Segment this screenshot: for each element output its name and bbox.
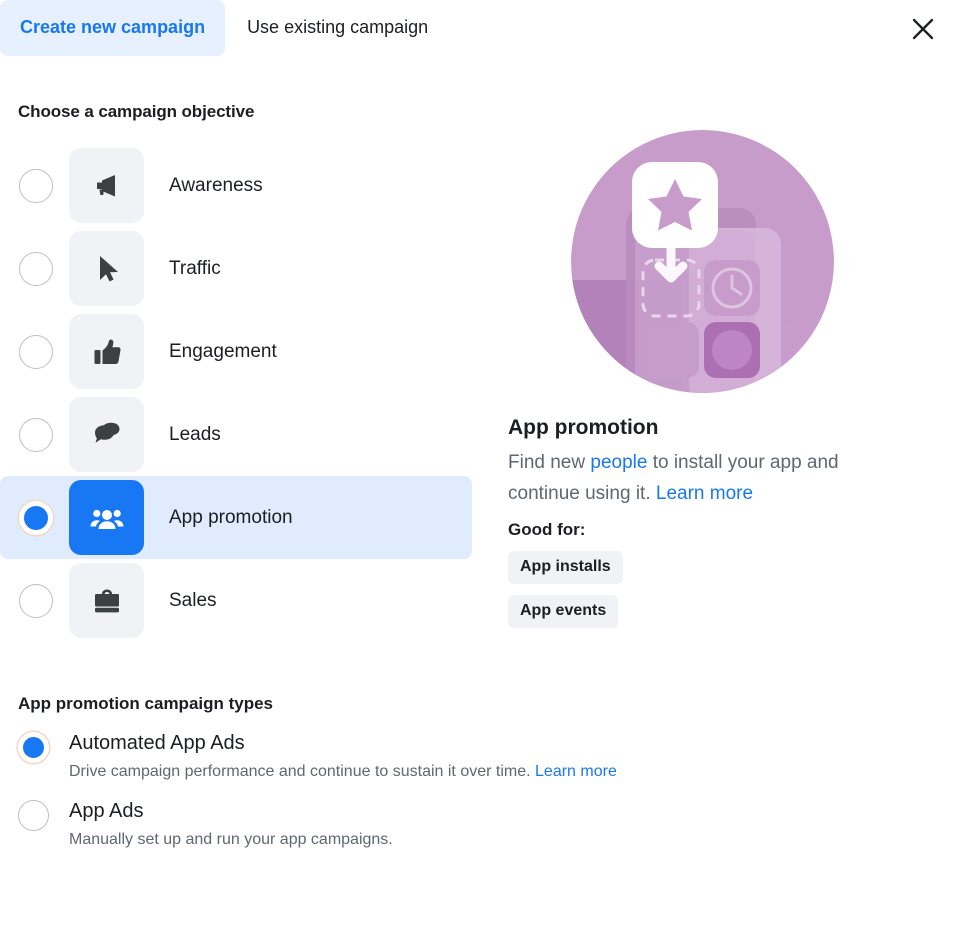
status-badge: App installs	[508, 551, 623, 584]
page-title: Choose a campaign objective	[18, 102, 255, 121]
status-badge: App events	[508, 595, 619, 628]
objective-row-sales[interactable]: Sales	[0, 559, 472, 642]
desc-text-1: Find new	[508, 452, 591, 473]
people-icon	[69, 480, 144, 555]
detail-title: App promotion	[508, 416, 659, 439]
cursor-icon	[69, 231, 144, 306]
app-promotion-illustration	[570, 130, 834, 393]
radio-engagement[interactable]	[19, 334, 53, 369]
badge-row-app-installs: App installs	[506, 540, 960, 584]
campaign-type-text: Automated App Ads Drive campaign perform…	[69, 731, 617, 782]
objective-row-awareness[interactable]: Awareness	[0, 144, 472, 227]
campaign-types-title: App promotion campaign types	[18, 694, 274, 713]
campaign-type-desc-text: Manually set up and run your app campaig…	[69, 831, 393, 848]
illustration-wrap	[506, 130, 960, 393]
briefcase-icon	[69, 563, 144, 638]
campaign-types-section: App promotion campaign types Automated A…	[0, 694, 960, 850]
objective-row-leads[interactable]: Leads	[0, 393, 472, 476]
learn-more-link[interactable]: Learn more	[656, 483, 753, 504]
objective-label: Sales	[169, 589, 217, 611]
detail-description: Find new people to install your app and …	[508, 447, 912, 509]
dialog-header: Create new campaign Use existing campaig…	[0, 0, 960, 56]
objective-label: Leads	[169, 423, 221, 445]
campaign-type-label: App Ads	[69, 800, 144, 822]
tab-use-existing-campaign[interactable]: Use existing campaign	[225, 0, 448, 56]
people-link[interactable]: people	[590, 452, 647, 473]
megaphone-icon	[69, 148, 144, 223]
campaign-type-desc-text: Drive campaign performance and continue …	[69, 763, 536, 780]
dialog-body: Choose a campaign objective Awareness Tr…	[0, 102, 960, 850]
campaign-type-text: App Ads Manually set up and run your app…	[69, 799, 393, 850]
radio-automated-app-ads[interactable]	[18, 732, 49, 763]
radio-awareness[interactable]	[19, 168, 53, 203]
radio-app-promotion[interactable]	[19, 500, 53, 535]
campaign-type-label: Automated App Ads	[69, 732, 245, 754]
campaign-type-automated-app-ads[interactable]: Automated App Ads Drive campaign perform…	[18, 731, 960, 782]
objective-row-app-promotion[interactable]: App promotion	[0, 476, 472, 559]
objective-label: App promotion	[169, 506, 293, 528]
campaign-type-description: Drive campaign performance and continue …	[69, 761, 617, 782]
objective-row-engagement[interactable]: Engagement	[0, 310, 472, 393]
close-icon	[911, 17, 935, 41]
learn-more-link[interactable]: Learn more	[535, 763, 617, 780]
tab-bar: Create new campaign Use existing campaig…	[0, 0, 960, 56]
objective-label: Engagement	[169, 340, 277, 362]
objective-row-traffic[interactable]: Traffic	[0, 227, 472, 310]
campaign-type-app-ads[interactable]: App Ads Manually set up and run your app…	[18, 799, 960, 850]
objective-and-detail: Awareness Traffic Engagement Leads App p…	[0, 130, 960, 642]
radio-app-ads[interactable]	[18, 800, 49, 831]
tab-create-new-campaign[interactable]: Create new campaign	[0, 0, 226, 56]
close-button[interactable]	[904, 10, 942, 48]
radio-leads[interactable]	[19, 417, 53, 452]
thumbs-up-icon	[69, 314, 144, 389]
good-for-label: Good for:	[508, 520, 586, 539]
objective-label: Traffic	[169, 257, 221, 279]
radio-traffic[interactable]	[19, 251, 53, 286]
radio-sales[interactable]	[19, 583, 53, 618]
objective-label: Awareness	[169, 174, 263, 196]
objective-detail-panel: App promotion Find new people to install…	[472, 130, 960, 642]
badge-row-app-events: App events	[506, 584, 960, 628]
objective-list: Awareness Traffic Engagement Leads App p…	[0, 144, 472, 642]
chat-bubble-icon	[69, 397, 144, 472]
campaign-type-description: Manually set up and run your app campaig…	[69, 829, 393, 850]
